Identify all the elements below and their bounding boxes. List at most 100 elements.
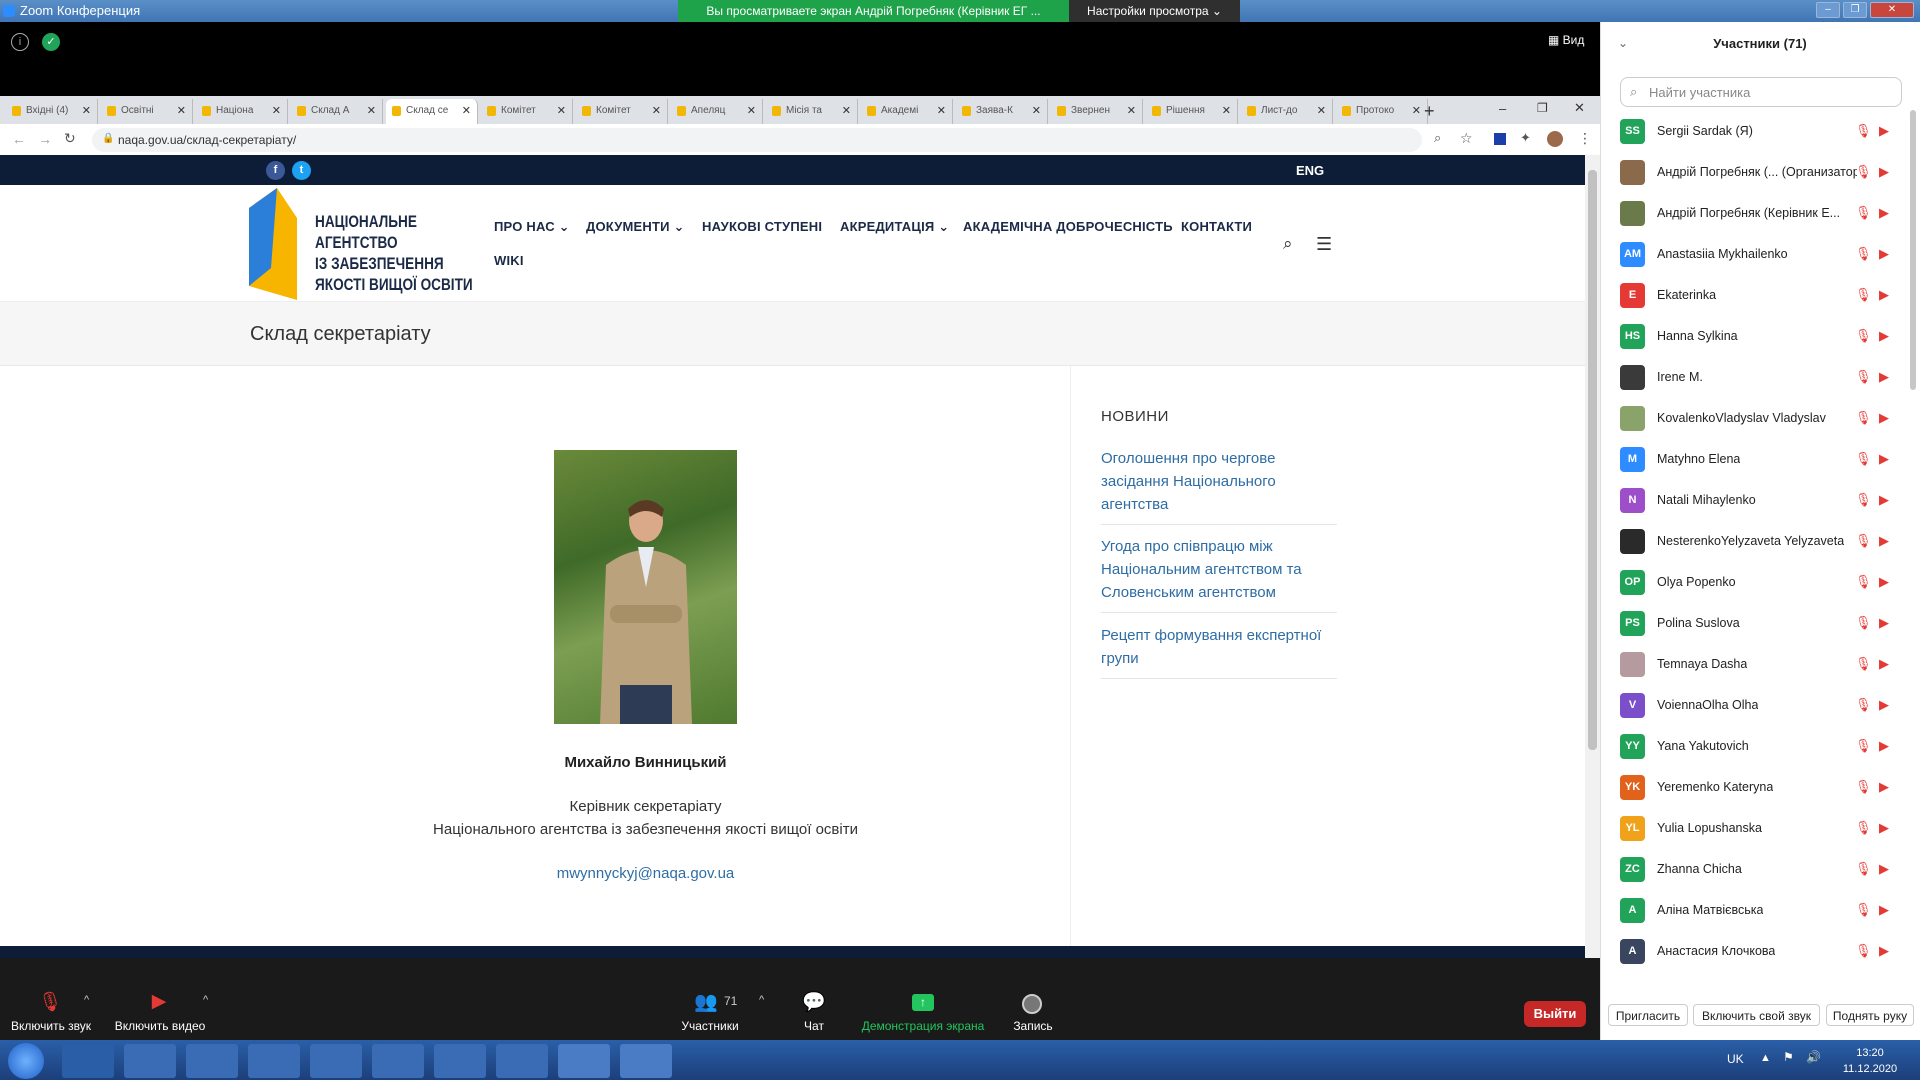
record-button-label[interactable]: Запись bbox=[1003, 1019, 1063, 1033]
participant-row[interactable]: ZC Zhanna Chicha 🎙 ▶ bbox=[1600, 849, 1920, 890]
chrome-icon[interactable] bbox=[248, 1044, 300, 1078]
browser-tab[interactable]: Апеляц ✕ bbox=[671, 99, 763, 124]
nav-item-wiki[interactable]: WIKI bbox=[494, 253, 524, 268]
browser-tab[interactable]: Склад А ✕ bbox=[291, 99, 383, 124]
tab-close-icon[interactable]: ✕ bbox=[1222, 104, 1231, 117]
participant-row[interactable]: A Анастасия Клочкова 🎙 ▶ bbox=[1600, 931, 1920, 972]
viber-icon[interactable] bbox=[434, 1044, 486, 1078]
tab-close-icon[interactable]: ✕ bbox=[177, 104, 186, 117]
firefox-icon[interactable] bbox=[186, 1044, 238, 1078]
participant-row[interactable]: YK Yeremenko Kateryna 🎙 ▶ bbox=[1600, 767, 1920, 808]
profile-avatar[interactable] bbox=[1547, 131, 1563, 147]
leave-button[interactable]: Выйти bbox=[1524, 1001, 1586, 1027]
file-explorer-icon[interactable] bbox=[124, 1044, 176, 1078]
tab-close-icon[interactable]: ✕ bbox=[462, 104, 471, 117]
nav-item-degrees[interactable]: НАУКОВІ СТУПЕНІ bbox=[702, 219, 822, 234]
tab-close-icon[interactable]: ✕ bbox=[1032, 104, 1041, 117]
edge-icon[interactable] bbox=[496, 1044, 548, 1078]
minimize-button[interactable]: – bbox=[1816, 2, 1840, 18]
chrome-alt-icon[interactable] bbox=[310, 1044, 362, 1078]
view-options-button[interactable]: Настройки просмотра ⌄ bbox=[1069, 0, 1240, 22]
video-off-icon[interactable]: ▶ bbox=[146, 990, 172, 1012]
opera-icon[interactable] bbox=[62, 1044, 114, 1078]
browser-tab[interactable]: Протоко ✕ bbox=[1336, 99, 1428, 124]
page-scrollbar-thumb[interactable] bbox=[1588, 170, 1597, 750]
nav-item-documents[interactable]: ДОКУМЕНТИ ⌄ bbox=[586, 219, 685, 235]
browser-close-button[interactable]: ✕ bbox=[1574, 100, 1585, 116]
chat-button-label[interactable]: Чат bbox=[784, 1019, 844, 1033]
participant-row[interactable]: E Ekaterinka 🎙 ▶ bbox=[1600, 275, 1920, 316]
view-button[interactable]: ▦ Вид bbox=[1548, 33, 1584, 47]
word-icon[interactable] bbox=[558, 1044, 610, 1078]
browser-tab[interactable]: Рішення ✕ bbox=[1146, 99, 1238, 124]
maximize-button[interactable]: ❐ bbox=[1843, 2, 1867, 18]
back-icon[interactable]: ← bbox=[12, 131, 26, 147]
participant-row[interactable]: SS Sergii Sardak (Я) 🎙 ▶ bbox=[1600, 111, 1920, 152]
twitter-icon[interactable]: t bbox=[292, 161, 311, 180]
bookmark-star-icon[interactable]: ☆ bbox=[1460, 130, 1473, 147]
clock[interactable]: 13:20 11.12.2020 bbox=[1830, 1045, 1910, 1077]
site-search-icon[interactable]: ⌕ bbox=[1283, 234, 1293, 254]
participant-row[interactable]: YY Yana Yakutovich 🎙 ▶ bbox=[1600, 726, 1920, 767]
participant-row[interactable]: HS Hanna Sylkina 🎙 ▶ bbox=[1600, 316, 1920, 357]
participant-row[interactable]: M Matyhno Elena 🎙 ▶ bbox=[1600, 439, 1920, 480]
browser-tab[interactable]: Лист-до ✕ bbox=[1241, 99, 1333, 124]
tab-close-icon[interactable]: ✕ bbox=[1412, 104, 1421, 117]
share-button-label[interactable]: Демонстрация экрана bbox=[860, 1019, 986, 1033]
extension-icon[interactable] bbox=[1494, 133, 1506, 145]
unmute-me-button[interactable]: Включить свой звук bbox=[1693, 1004, 1820, 1026]
chat-icon[interactable]: 💬 bbox=[801, 990, 827, 1013]
nav-item-about[interactable]: ПРО НАС ⌄ bbox=[494, 219, 570, 235]
participants-icon[interactable]: 👥 bbox=[693, 990, 719, 1013]
news-link[interactable]: Оголошення про чергове засідання Націона… bbox=[1101, 447, 1337, 525]
browser-tab[interactable]: Склад се ✕ bbox=[386, 99, 478, 124]
nav-item-integrity[interactable]: АКАДЕМІЧНА ДОБРОЧЕСНІСТЬ bbox=[963, 219, 1173, 234]
news-link[interactable]: Рецепт формування експертної групи bbox=[1101, 624, 1337, 679]
participant-row[interactable]: YL Yulia Lopushanska 🎙 ▶ bbox=[1600, 808, 1920, 849]
participant-row[interactable]: KovalenkoVladyslav Vladyslav 🎙 ▶ bbox=[1600, 398, 1920, 439]
tray-arrow-icon[interactable]: ▲ bbox=[1760, 1052, 1771, 1064]
muted-mic-icon[interactable]: 🎙 bbox=[37, 990, 63, 1013]
participant-row[interactable]: V VoiennaOlha Olha 🎙 ▶ bbox=[1600, 685, 1920, 726]
participant-row[interactable]: Андрій Погребняк (... (Организатор) 🎙 ▶ bbox=[1600, 152, 1920, 193]
browser-tab[interactable]: Націона ✕ bbox=[196, 99, 288, 124]
naqa-logo-icon[interactable] bbox=[249, 188, 299, 300]
media-player-icon[interactable] bbox=[372, 1044, 424, 1078]
forward-icon[interactable]: → bbox=[38, 131, 52, 147]
menu-dots-icon[interactable]: ⋮ bbox=[1578, 130, 1592, 147]
audio-options-caret[interactable]: ^ bbox=[84, 994, 89, 1006]
invite-button[interactable]: Пригласить bbox=[1608, 1004, 1688, 1026]
zoom-taskbar-icon[interactable] bbox=[620, 1044, 672, 1078]
close-window-button[interactable]: ✕ bbox=[1870, 2, 1914, 18]
share-screen-icon[interactable]: ↑ bbox=[912, 994, 934, 1011]
browser-restore-button[interactable]: ❐ bbox=[1537, 101, 1548, 115]
participant-row[interactable]: A Аліна Матвієвська 🎙 ▶ bbox=[1600, 890, 1920, 931]
tab-close-icon[interactable]: ✕ bbox=[82, 104, 91, 117]
zoom-magnifier-icon[interactable]: ⌕ bbox=[1434, 130, 1441, 146]
participant-row[interactable]: Irene M. 🎙 ▶ bbox=[1600, 357, 1920, 398]
tab-close-icon[interactable]: ✕ bbox=[1127, 104, 1136, 117]
tab-close-icon[interactable]: ✕ bbox=[937, 104, 946, 117]
tab-close-icon[interactable]: ✕ bbox=[367, 104, 376, 117]
person-email-link[interactable]: mwynnyckyj@naqa.gov.ua bbox=[450, 865, 841, 882]
tab-close-icon[interactable]: ✕ bbox=[1317, 104, 1326, 117]
participant-search-input[interactable]: ⌕ Найти участника bbox=[1620, 77, 1902, 107]
tab-close-icon[interactable]: ✕ bbox=[272, 104, 281, 117]
browser-tab[interactable]: Місія та ✕ bbox=[766, 99, 858, 124]
participant-row[interactable]: N Natali Mihaylenko 🎙 ▶ bbox=[1600, 480, 1920, 521]
news-link[interactable]: Угода про співпрацю між Національним аге… bbox=[1101, 535, 1337, 613]
flag-icon[interactable]: ⚑ bbox=[1783, 1050, 1794, 1064]
hamburger-menu-icon[interactable]: ☰ bbox=[1316, 234, 1332, 255]
browser-tab[interactable]: Комітет ✕ bbox=[576, 99, 668, 124]
browser-minimize-button[interactable]: – bbox=[1499, 101, 1506, 116]
record-icon[interactable] bbox=[1022, 994, 1042, 1014]
participant-row[interactable]: AM Anastasiia Mykhailenko 🎙 ▶ bbox=[1600, 234, 1920, 275]
browser-tab[interactable]: Вхідні (4) ✕ bbox=[6, 99, 98, 124]
new-tab-button[interactable]: + bbox=[1424, 101, 1435, 122]
participant-row[interactable]: PS Polina Suslova 🎙 ▶ bbox=[1600, 603, 1920, 644]
browser-tab[interactable]: Освітні ✕ bbox=[101, 99, 193, 124]
shield-icon[interactable]: ✓ bbox=[42, 33, 60, 51]
browser-tab[interactable]: Заява-К ✕ bbox=[956, 99, 1048, 124]
tab-close-icon[interactable]: ✕ bbox=[747, 104, 756, 117]
mute-button-label[interactable]: Включить звук bbox=[6, 1019, 96, 1033]
